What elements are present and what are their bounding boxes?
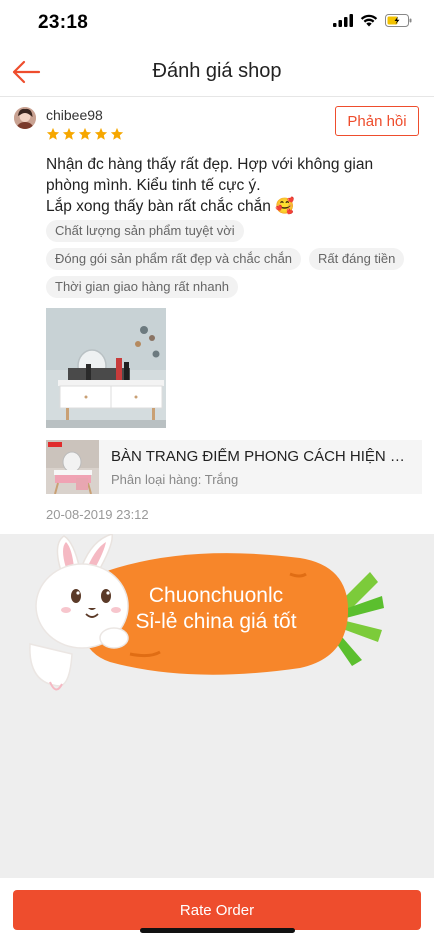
- rate-order-button[interactable]: Rate Order: [13, 890, 421, 930]
- comment-line: Nhận đc hàng thấy rất đẹp. Hợp với không…: [46, 156, 374, 194]
- review-tag: Chất lượng sản phẩm tuyệt vời: [46, 220, 244, 242]
- avatar[interactable]: [14, 107, 36, 129]
- banner-line2: Sỉ-lẻ china giá tốt: [135, 610, 296, 633]
- star-icon: [78, 127, 92, 140]
- nav-bar: Đánh giá shop: [0, 48, 434, 97]
- status-time: 23:18: [38, 12, 89, 33]
- battery-icon: [385, 14, 412, 27]
- product-card[interactable]: BÀN TRANG ĐIỂM PHONG CÁCH HIỆN ĐẠI Phân …: [46, 440, 422, 494]
- star-icon: [110, 127, 124, 140]
- rating-stars: [46, 127, 124, 141]
- comment-line: Lắp xong thấy bàn rất chắc chắn 🥰: [46, 198, 295, 215]
- review-tag: Rất đáng tiền: [309, 248, 405, 270]
- banner-line1: Chuonchuonlc: [149, 584, 283, 607]
- product-thumbnail: [46, 440, 99, 494]
- review-comment: Nhận đc hàng thấy rất đẹp. Hợp với không…: [46, 154, 420, 217]
- home-indicator: [140, 928, 295, 933]
- review-photo-image: [46, 308, 166, 428]
- star-icon: [62, 127, 76, 140]
- carrot-banner: Chuonchuonlc Sỉ-lẻ china giá tốt: [29, 533, 384, 691]
- shop-banner-area: Chuonchuonlc Sỉ-lẻ china giá tốt: [0, 533, 434, 878]
- review-tags: Chất lượng sản phẩm tuyệt vời Đóng gói s…: [46, 220, 422, 298]
- product-name: BÀN TRANG ĐIỂM PHONG CÁCH HIỆN ĐẠI: [111, 448, 411, 465]
- review-tag: Thời gian giao hàng rất nhanh: [46, 276, 239, 298]
- review-photo[interactable]: [46, 308, 166, 428]
- product-thumbnail-image: [46, 440, 99, 494]
- page-title: Đánh giá shop: [152, 60, 282, 82]
- avatar-image: [14, 107, 36, 129]
- signal-icon: [333, 14, 353, 27]
- status-icons: [333, 14, 412, 27]
- wifi-icon: [360, 14, 378, 27]
- reply-button[interactable]: Phản hồi: [335, 106, 419, 136]
- bottom-bar: Rate Order: [0, 878, 434, 941]
- product-variant: Phân loại hàng: Trắng: [111, 472, 239, 487]
- review-date: 20-08-2019 23:12: [46, 507, 149, 522]
- star-icon: [94, 127, 108, 140]
- status-bar: 23:18: [0, 0, 434, 48]
- review-tag: Đóng gói sản phẩm rất đẹp và chắc chắn: [46, 248, 302, 270]
- bunny-mascot: [29, 533, 129, 691]
- star-icon: [46, 127, 60, 140]
- reviewer-username: chibee98: [46, 107, 103, 123]
- review-card: chibee98 Phản hồi Nhận đc hàng thấy rất …: [0, 97, 434, 534]
